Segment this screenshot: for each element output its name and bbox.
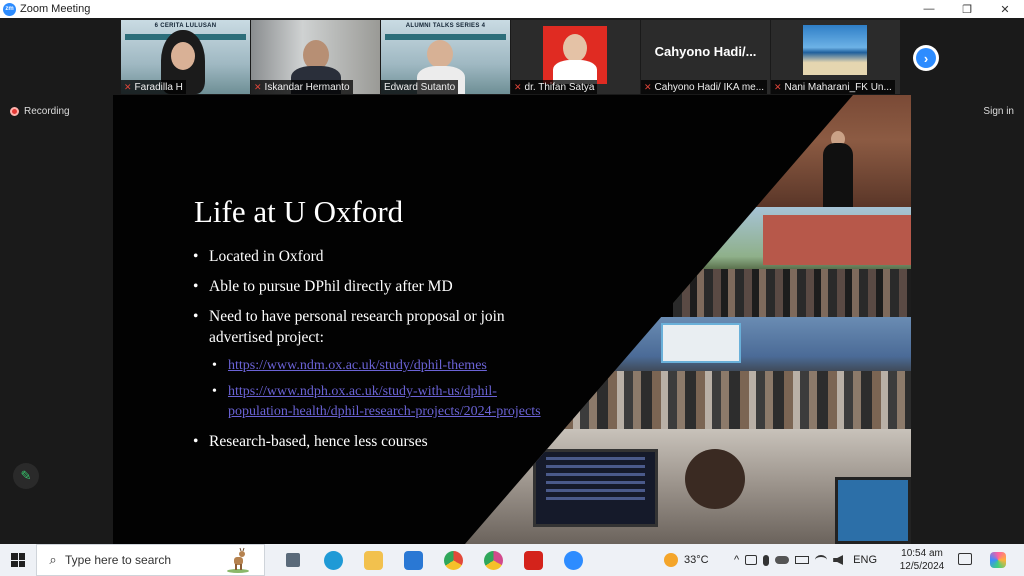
- edge-icon[interactable]: [317, 544, 349, 576]
- participant-tile[interactable]: Cahyono Hadi/... ✕ Cahyono Hadi/ IKA me.…: [641, 20, 770, 94]
- recording-label: Recording: [24, 106, 70, 117]
- link-item: https://www.ndph.ox.ac.uk/study-with-us/…: [209, 382, 548, 422]
- participant-tile[interactable]: ✕ dr. Thifan Satya: [511, 20, 640, 94]
- participant-name-tag: Edward Sutanto: [381, 80, 459, 94]
- taskbar-search-box[interactable]: ⌕ Type here to search: [36, 544, 265, 576]
- file-explorer-icon[interactable]: [357, 544, 389, 576]
- taskbar-clock[interactable]: 10:54 am 12/5/2024: [896, 547, 948, 573]
- slide-bullet-list: Located in Oxford Able to pursue DPhil d…: [193, 246, 548, 461]
- meeting-area: 6 CERITA LULUSAN ✕ Faradilla H ✕ Iskanda…: [0, 18, 1024, 544]
- poster-title: 6 CERITA LULUSAN: [154, 23, 217, 29]
- sign-in-link[interactable]: Sign in: [983, 106, 1014, 117]
- battery-icon[interactable]: [795, 556, 810, 564]
- participant-video: [427, 40, 453, 68]
- zoom-logo-icon: zm: [3, 2, 16, 16]
- title-bar: zm Zoom Meeting — ❐ ✕: [0, 0, 1024, 18]
- windows-taskbar: ⌕ Type here to search 33°C ^ ENG 10:54 a…: [0, 544, 1024, 576]
- link-item: https://www.ndm.ox.ac.uk/study/dphil-the…: [209, 356, 548, 376]
- mic-muted-icon: ✕: [644, 81, 652, 92]
- mic-muted-icon: ✕: [124, 81, 132, 92]
- graduation-photo: [753, 95, 911, 207]
- participant-name-tag: ✕ Faradilla H: [121, 80, 186, 94]
- show-hidden-icons-chevron-icon[interactable]: ^: [734, 554, 739, 566]
- participant-gallery: 6 CERITA LULUSAN ✕ Faradilla H ✕ Iskanda…: [121, 20, 900, 94]
- mic-muted-icon: ✕: [254, 81, 262, 92]
- participant-name-tag: ✕ Cahyono Hadi/ IKA me...: [641, 80, 768, 94]
- wifi-icon[interactable]: [815, 555, 828, 565]
- participant-name-tag: ✕ dr. Thifan Satya: [511, 80, 598, 94]
- ndph-dphil-link[interactable]: https://www.ndph.ox.ac.uk/study-with-us/…: [228, 384, 541, 419]
- recording-dot-icon: [10, 107, 19, 116]
- bullet-item: Located in Oxford: [193, 246, 548, 267]
- annotate-pencil-icon[interactable]: ✎: [13, 463, 39, 489]
- freshers-fair-photo: [553, 317, 911, 429]
- system-tray: ^ ENG: [734, 544, 877, 576]
- close-button[interactable]: ✕: [986, 0, 1024, 18]
- taskbar-apps: [277, 544, 589, 576]
- windows-logo-icon: [11, 553, 25, 567]
- meet-now-icon[interactable]: [745, 555, 758, 565]
- microphone-icon[interactable]: [763, 554, 770, 566]
- participant-tile[interactable]: ✕ Nani Maharani_FK Un...: [771, 20, 900, 94]
- start-button[interactable]: [0, 544, 36, 576]
- participant-tile-active-speaker[interactable]: ALUMNI TALKS SERIES 4 Edward Sutanto: [381, 20, 510, 94]
- chevron-right-icon: ›: [916, 48, 936, 68]
- weather-widget[interactable]: 33°C: [664, 544, 709, 576]
- restore-button[interactable]: ❐: [948, 0, 986, 18]
- participant-name-tag: ✕ Nani Maharani_FK Un...: [771, 80, 895, 94]
- mic-muted-icon: ✕: [774, 81, 782, 92]
- chrome-icon[interactable]: [437, 544, 469, 576]
- notification-icon[interactable]: [958, 553, 972, 565]
- chrome-profile-icon[interactable]: [477, 544, 509, 576]
- bullet-item: Research-based, hence less courses: [193, 431, 548, 452]
- link-list: https://www.ndm.ox.ac.uk/study/dphil-the…: [209, 356, 548, 422]
- bullet-item: Able to pursue DPhil directly after MD: [193, 276, 548, 297]
- language-indicator[interactable]: ENG: [853, 554, 877, 566]
- participant-tile[interactable]: 6 CERITA LULUSAN ✕ Faradilla H: [121, 20, 250, 94]
- profile-photo: [543, 26, 607, 84]
- search-placeholder: Type here to search: [65, 553, 172, 567]
- window-title: Zoom Meeting: [20, 3, 91, 15]
- search-highlight-deer-icon: [227, 547, 249, 573]
- poster-title: ALUMNI TALKS SERIES 4: [405, 23, 486, 29]
- mail-icon[interactable]: [397, 544, 429, 576]
- clock-date: 12/5/2024: [899, 561, 945, 572]
- bullet-item: Need to have personal research proposal …: [193, 306, 548, 422]
- campus-photo: [673, 207, 911, 317]
- next-page-button[interactable]: ›: [913, 45, 939, 71]
- task-view-icon[interactable]: [277, 544, 309, 576]
- search-icon: ⌕: [49, 552, 57, 567]
- mic-muted-icon: ✕: [514, 81, 522, 92]
- slide-title: Life at U Oxford: [194, 194, 404, 229]
- participant-name-tag: ✕ Iskandar Hermanto: [251, 80, 353, 94]
- recording-indicator[interactable]: Recording: [10, 106, 70, 117]
- zoom-icon[interactable]: [557, 544, 589, 576]
- temperature-text: 33°C: [684, 554, 709, 566]
- weather-sun-icon: [664, 553, 678, 567]
- acrobat-icon[interactable]: [517, 544, 549, 576]
- onedrive-icon[interactable]: [775, 556, 790, 564]
- copilot-icon[interactable]: [990, 552, 1006, 568]
- ndm-dphil-link[interactable]: https://www.ndm.ox.ac.uk/study/dphil-the…: [228, 358, 487, 373]
- clock-time: 10:54 am: [901, 548, 943, 559]
- profile-photo: [803, 25, 867, 75]
- shared-slide: Life at U Oxford Located in Oxford Able …: [113, 95, 911, 544]
- window-controls: — ❐ ✕: [910, 0, 1024, 18]
- minimize-button[interactable]: —: [910, 0, 948, 18]
- participant-display-name: Cahyono Hadi/...: [654, 44, 757, 59]
- zoom-window: zm Zoom Meeting — ❐ ✕ 6 CERITA LULUSAN ✕…: [0, 0, 1024, 576]
- volume-icon[interactable]: [833, 555, 844, 565]
- participant-tile[interactable]: ✕ Iskandar Hermanto: [251, 20, 380, 94]
